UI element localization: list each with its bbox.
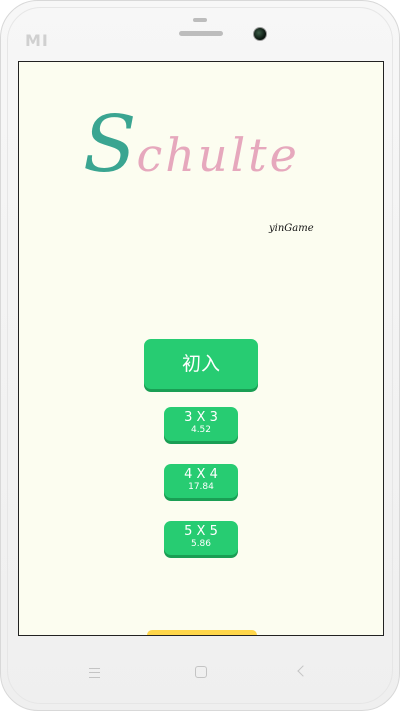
title-initial: S bbox=[83, 100, 137, 190]
sensor bbox=[193, 18, 207, 22]
earpiece-speaker bbox=[179, 31, 223, 36]
level-4x4-button[interactable]: 4 X 4 17.84 bbox=[164, 464, 238, 498]
home-icon[interactable] bbox=[192, 663, 210, 681]
level-3x3-button[interactable]: 3 X 3 4.52 bbox=[164, 407, 238, 441]
phone-frame: MI Schulte yinGame 初入 3 X 3 4.52 4 X 4 1… bbox=[0, 0, 400, 711]
app-subtitle: yinGame bbox=[269, 223, 314, 234]
app-screen: Schulte yinGame 初入 3 X 3 4.52 4 X 4 17.8… bbox=[18, 61, 384, 636]
system-nav-bar bbox=[18, 641, 384, 703]
level-best-score: 5.86 bbox=[190, 539, 212, 549]
front-camera-icon bbox=[253, 27, 267, 41]
level-best-score: 17.84 bbox=[188, 482, 214, 492]
level-label: 4 X 4 bbox=[184, 467, 218, 482]
bottom-banner-edge bbox=[147, 630, 257, 635]
level-label: 3 X 3 bbox=[184, 410, 218, 425]
start-button[interactable]: 初入 bbox=[144, 339, 258, 389]
app-title: Schulte bbox=[83, 106, 300, 184]
brand-logo: MI bbox=[25, 31, 49, 50]
level-best-score: 4.52 bbox=[190, 425, 212, 435]
level-5x5-button[interactable]: 5 X 5 5.86 bbox=[164, 521, 238, 555]
menu-icon[interactable] bbox=[86, 663, 104, 681]
level-label: 5 X 5 bbox=[184, 524, 218, 539]
title-rest: chulte bbox=[136, 128, 300, 182]
back-icon[interactable] bbox=[294, 663, 312, 681]
